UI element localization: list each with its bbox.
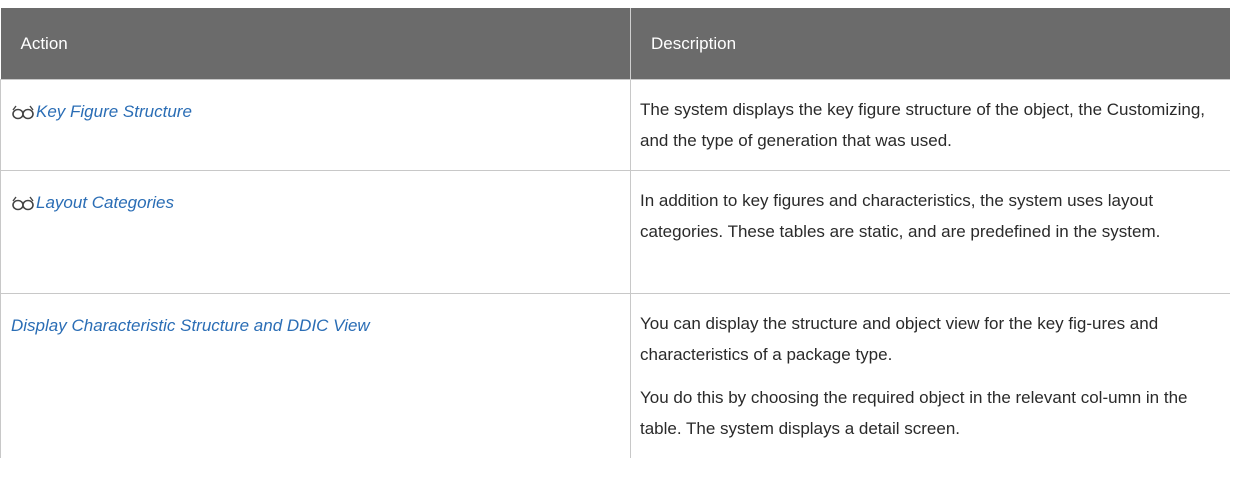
description-text: In addition to key figures and character… — [640, 191, 1161, 241]
description-cell: You can display the structure and object… — [630, 293, 1230, 458]
description-text: The system displays the key figure struc… — [640, 100, 1206, 150]
description-cell: The system displays the key figure struc… — [630, 79, 1230, 171]
action-link-layout-categories[interactable]: Layout Categories — [36, 189, 174, 217]
glasses-icon — [12, 196, 34, 211]
action-link-display-characteristic-structure[interactable]: Display Characteristic Structure and DDI… — [11, 312, 370, 340]
header-description: Description — [630, 8, 1230, 80]
action-cell: Layout Categories — [0, 170, 631, 294]
description-cell: In addition to key figures and character… — [630, 170, 1230, 294]
glasses-icon — [12, 105, 34, 120]
header-action: Action — [0, 8, 631, 80]
action-link-key-figure-structure[interactable]: Key Figure Structure — [36, 98, 192, 126]
table-row: Key Figure Structure The system displays… — [0, 79, 1230, 171]
action-description-table: Action Description Key Figure Structure — [0, 8, 1230, 458]
table-row: Display Characteristic Structure and DDI… — [0, 293, 1230, 458]
action-cell: Key Figure Structure — [0, 79, 631, 171]
description-text: You can display the structure and object… — [640, 314, 1159, 364]
table-header-row: Action Description — [0, 8, 1230, 80]
table-row: Layout Categories In addition to key fig… — [0, 170, 1230, 294]
action-cell: Display Characteristic Structure and DDI… — [0, 293, 631, 458]
description-text: You do this by choosing the required obj… — [640, 388, 1188, 438]
